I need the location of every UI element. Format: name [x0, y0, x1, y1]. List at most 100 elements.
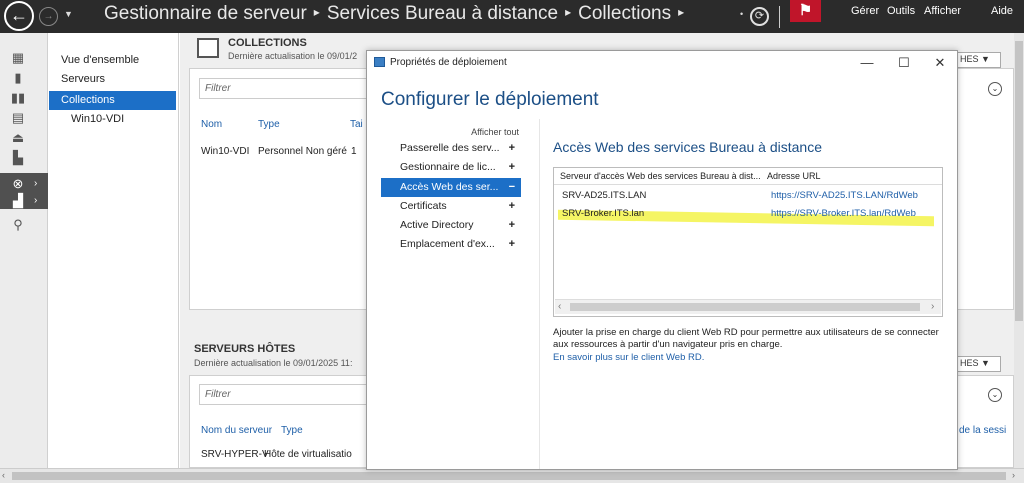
hosts-last-refresh: Dernière actualisation le 09/01/2025 11:: [194, 358, 353, 368]
menu-gerer[interactable]: Gérer: [851, 5, 879, 17]
collapse-minus-icon: −: [508, 181, 515, 193]
collections-filter-input[interactable]: Filtrer: [199, 78, 369, 99]
dialog-nav-certificats[interactable]: Certificats +: [381, 197, 521, 216]
collections-title: COLLECTIONS: [228, 37, 307, 49]
all-servers-icon[interactable]: ▮▮: [10, 90, 26, 106]
tools-icon[interactable]: ⚲: [10, 217, 26, 233]
scroll-left-icon[interactable]: ‹: [2, 470, 5, 480]
notifications-flag-icon[interactable]: ⚑: [790, 0, 821, 22]
dialog-content: Accès Web des services Bureau à distance…: [553, 119, 948, 469]
breadcrumb-item-gestionnaire[interactable]: Gestionnaire de serveur: [104, 3, 307, 24]
hosts-title: SERVEURS HÔTES: [194, 343, 296, 355]
dialog-body: Afficher tout Passerelle des serv... + Ge…: [367, 119, 957, 469]
server-name: SRV-AD25.ITS.LAN: [562, 190, 647, 201]
dialog-nav-active-directory[interactable]: Active Directory +: [381, 216, 521, 235]
scrollbar-thumb[interactable]: [12, 472, 1006, 480]
dialog-nav-emplacement[interactable]: Emplacement d'ex... +: [381, 235, 521, 254]
dialog-nav-acces-web[interactable]: Accès Web des ser... −: [381, 178, 521, 197]
horizontal-scrollbar[interactable]: ‹ ›: [0, 468, 1024, 483]
server-url-link[interactable]: https://SRV-Broker.ITS.lan/RdWeb: [771, 208, 916, 219]
host-row-type[interactable]: Hôte de virtualisatio: [264, 449, 352, 460]
column-header-taille[interactable]: Tai: [350, 119, 363, 130]
list-horizontal-scrollbar[interactable]: ‹ ›: [555, 299, 941, 314]
dialog-nav-label: Gestionnaire de lic...: [400, 161, 496, 173]
breadcrumb-item-collections[interactable]: Collections: [578, 3, 671, 24]
dialog-nav-label: Passerelle des serv...: [400, 142, 500, 154]
strip-selected-group: ⊗ › ▟ ›: [0, 173, 48, 209]
print-services-icon[interactable]: ▙: [10, 150, 26, 166]
nav-item-collections[interactable]: Collections: [49, 91, 176, 110]
list-header: Serveur d'accès Web des services Bureau …: [554, 168, 942, 185]
rds-server-icon[interactable]: ▟: [10, 193, 26, 209]
breadcrumb-separator-icon: ▸: [678, 5, 685, 19]
column-header-type[interactable]: Type: [281, 425, 303, 436]
scroll-right-icon[interactable]: ›: [1012, 470, 1015, 480]
breadcrumb-item-services[interactable]: Services Bureau à distance: [327, 3, 558, 24]
learn-more-link[interactable]: En savoir plus sur le client Web RD.: [553, 352, 704, 363]
expand-icon[interactable]: ⌄: [988, 82, 1002, 96]
refresh-dropdown-icon[interactable]: •: [740, 9, 743, 19]
maximize-icon[interactable]: ☐: [889, 53, 919, 73]
breadcrumb-separator-icon: ▸: [565, 5, 572, 19]
section-title: Accès Web des services Bureau à distance: [553, 139, 822, 155]
collections-icon: [197, 38, 219, 58]
close-icon[interactable]: ✕: [925, 53, 955, 73]
forward-arrow-icon[interactable]: →: [39, 7, 58, 26]
dialog-nav-label: Certificats: [400, 200, 447, 212]
chevron-right-icon[interactable]: ›: [34, 178, 37, 189]
local-server-icon[interactable]: ▮: [10, 70, 26, 86]
back-arrow-icon[interactable]: ←: [4, 1, 34, 31]
column-header-session[interactable]: de la sessi: [959, 425, 1006, 436]
scrollbar-thumb[interactable]: [570, 303, 920, 311]
tasks-dropdown-label: HES: [960, 54, 979, 64]
dialog-nav-passerelle[interactable]: Passerelle des serv... +: [381, 139, 521, 158]
vertical-scrollbar[interactable]: [1014, 33, 1024, 473]
nav-item-win10-vdi[interactable]: Win10-VDI: [49, 110, 176, 129]
minimize-icon[interactable]: —: [852, 53, 882, 73]
nav-item-vue-ensemble[interactable]: Vue d'ensemble: [49, 51, 176, 70]
menu-outils[interactable]: Outils: [887, 5, 915, 17]
column-header-nom[interactable]: Nom: [201, 119, 222, 130]
remote-desktop-icon[interactable]: ⊗: [10, 176, 26, 192]
window-icon: [374, 57, 385, 67]
refresh-icon[interactable]: ⟳: [750, 7, 769, 26]
collection-row-type[interactable]: Personnel Non géré: [258, 146, 347, 157]
tasks-dropdown[interactable]: HES ▼: [955, 52, 1001, 68]
expand-plus-icon: +: [508, 219, 515, 231]
tasks-dropdown-label: HES: [960, 358, 979, 368]
expand-plus-icon: +: [508, 161, 515, 173]
column-header-type[interactable]: Type: [258, 119, 280, 130]
expand-plus-icon: +: [508, 142, 515, 154]
dialog-title-bar[interactable]: Propriétés de déploiement — ☐ ✕: [367, 51, 957, 75]
column-header-url[interactable]: Adresse URL: [767, 171, 821, 181]
column-header-nom-serveur[interactable]: Nom du serveur: [201, 425, 272, 436]
list-item[interactable]: SRV-AD25.ITS.LAN https://SRV-AD25.ITS.LA…: [554, 186, 942, 204]
expand-icon[interactable]: ⌄: [988, 388, 1002, 402]
tasks-dropdown[interactable]: HES ▼: [955, 356, 1001, 372]
host-row-name[interactable]: SRV-HYPER-V: [201, 449, 269, 460]
menu-aide[interactable]: Aide: [991, 5, 1013, 17]
hosts-filter-input[interactable]: Filtrer: [199, 384, 369, 405]
scroll-right-icon[interactable]: ›: [931, 301, 934, 312]
dialog-nav-label: Emplacement d'ex...: [400, 238, 495, 250]
scrollbar-thumb[interactable]: [1015, 41, 1023, 321]
dashboard-icon[interactable]: ▦: [10, 50, 26, 66]
scroll-left-icon[interactable]: ‹: [558, 301, 561, 312]
server-url-link[interactable]: https://SRV-AD25.ITS.LAN/RdWeb: [771, 190, 918, 201]
history-dropdown-icon[interactable]: ▼: [64, 9, 73, 19]
iis-icon[interactable]: ⏏: [10, 130, 26, 146]
chevron-right-icon[interactable]: ›: [34, 195, 37, 206]
dialog-nav-licences[interactable]: Gestionnaire de lic... +: [381, 158, 521, 177]
expand-plus-icon: +: [508, 238, 515, 250]
collection-row-name[interactable]: Win10-VDI: [201, 146, 249, 157]
nav-item-serveurs[interactable]: Serveurs: [49, 70, 176, 89]
list-item[interactable]: SRV-Broker.ITS.lan https://SRV-Broker.IT…: [554, 204, 942, 227]
menu-afficher[interactable]: Afficher: [924, 5, 961, 17]
collection-row-size[interactable]: 1: [351, 146, 357, 157]
show-all-link[interactable]: Afficher tout: [471, 127, 519, 137]
collections-last-refresh: Dernière actualisation le 09/01/2: [228, 51, 358, 61]
column-header-server[interactable]: Serveur d'accès Web des services Bureau …: [560, 171, 761, 181]
title-bar: ← → ▼ Gestionnaire de serveur ▸ Services B…: [0, 0, 1024, 33]
file-services-icon[interactable]: ▤: [10, 110, 26, 126]
breadcrumb: Gestionnaire de serveur ▸ Services Bureau …: [104, 3, 691, 25]
